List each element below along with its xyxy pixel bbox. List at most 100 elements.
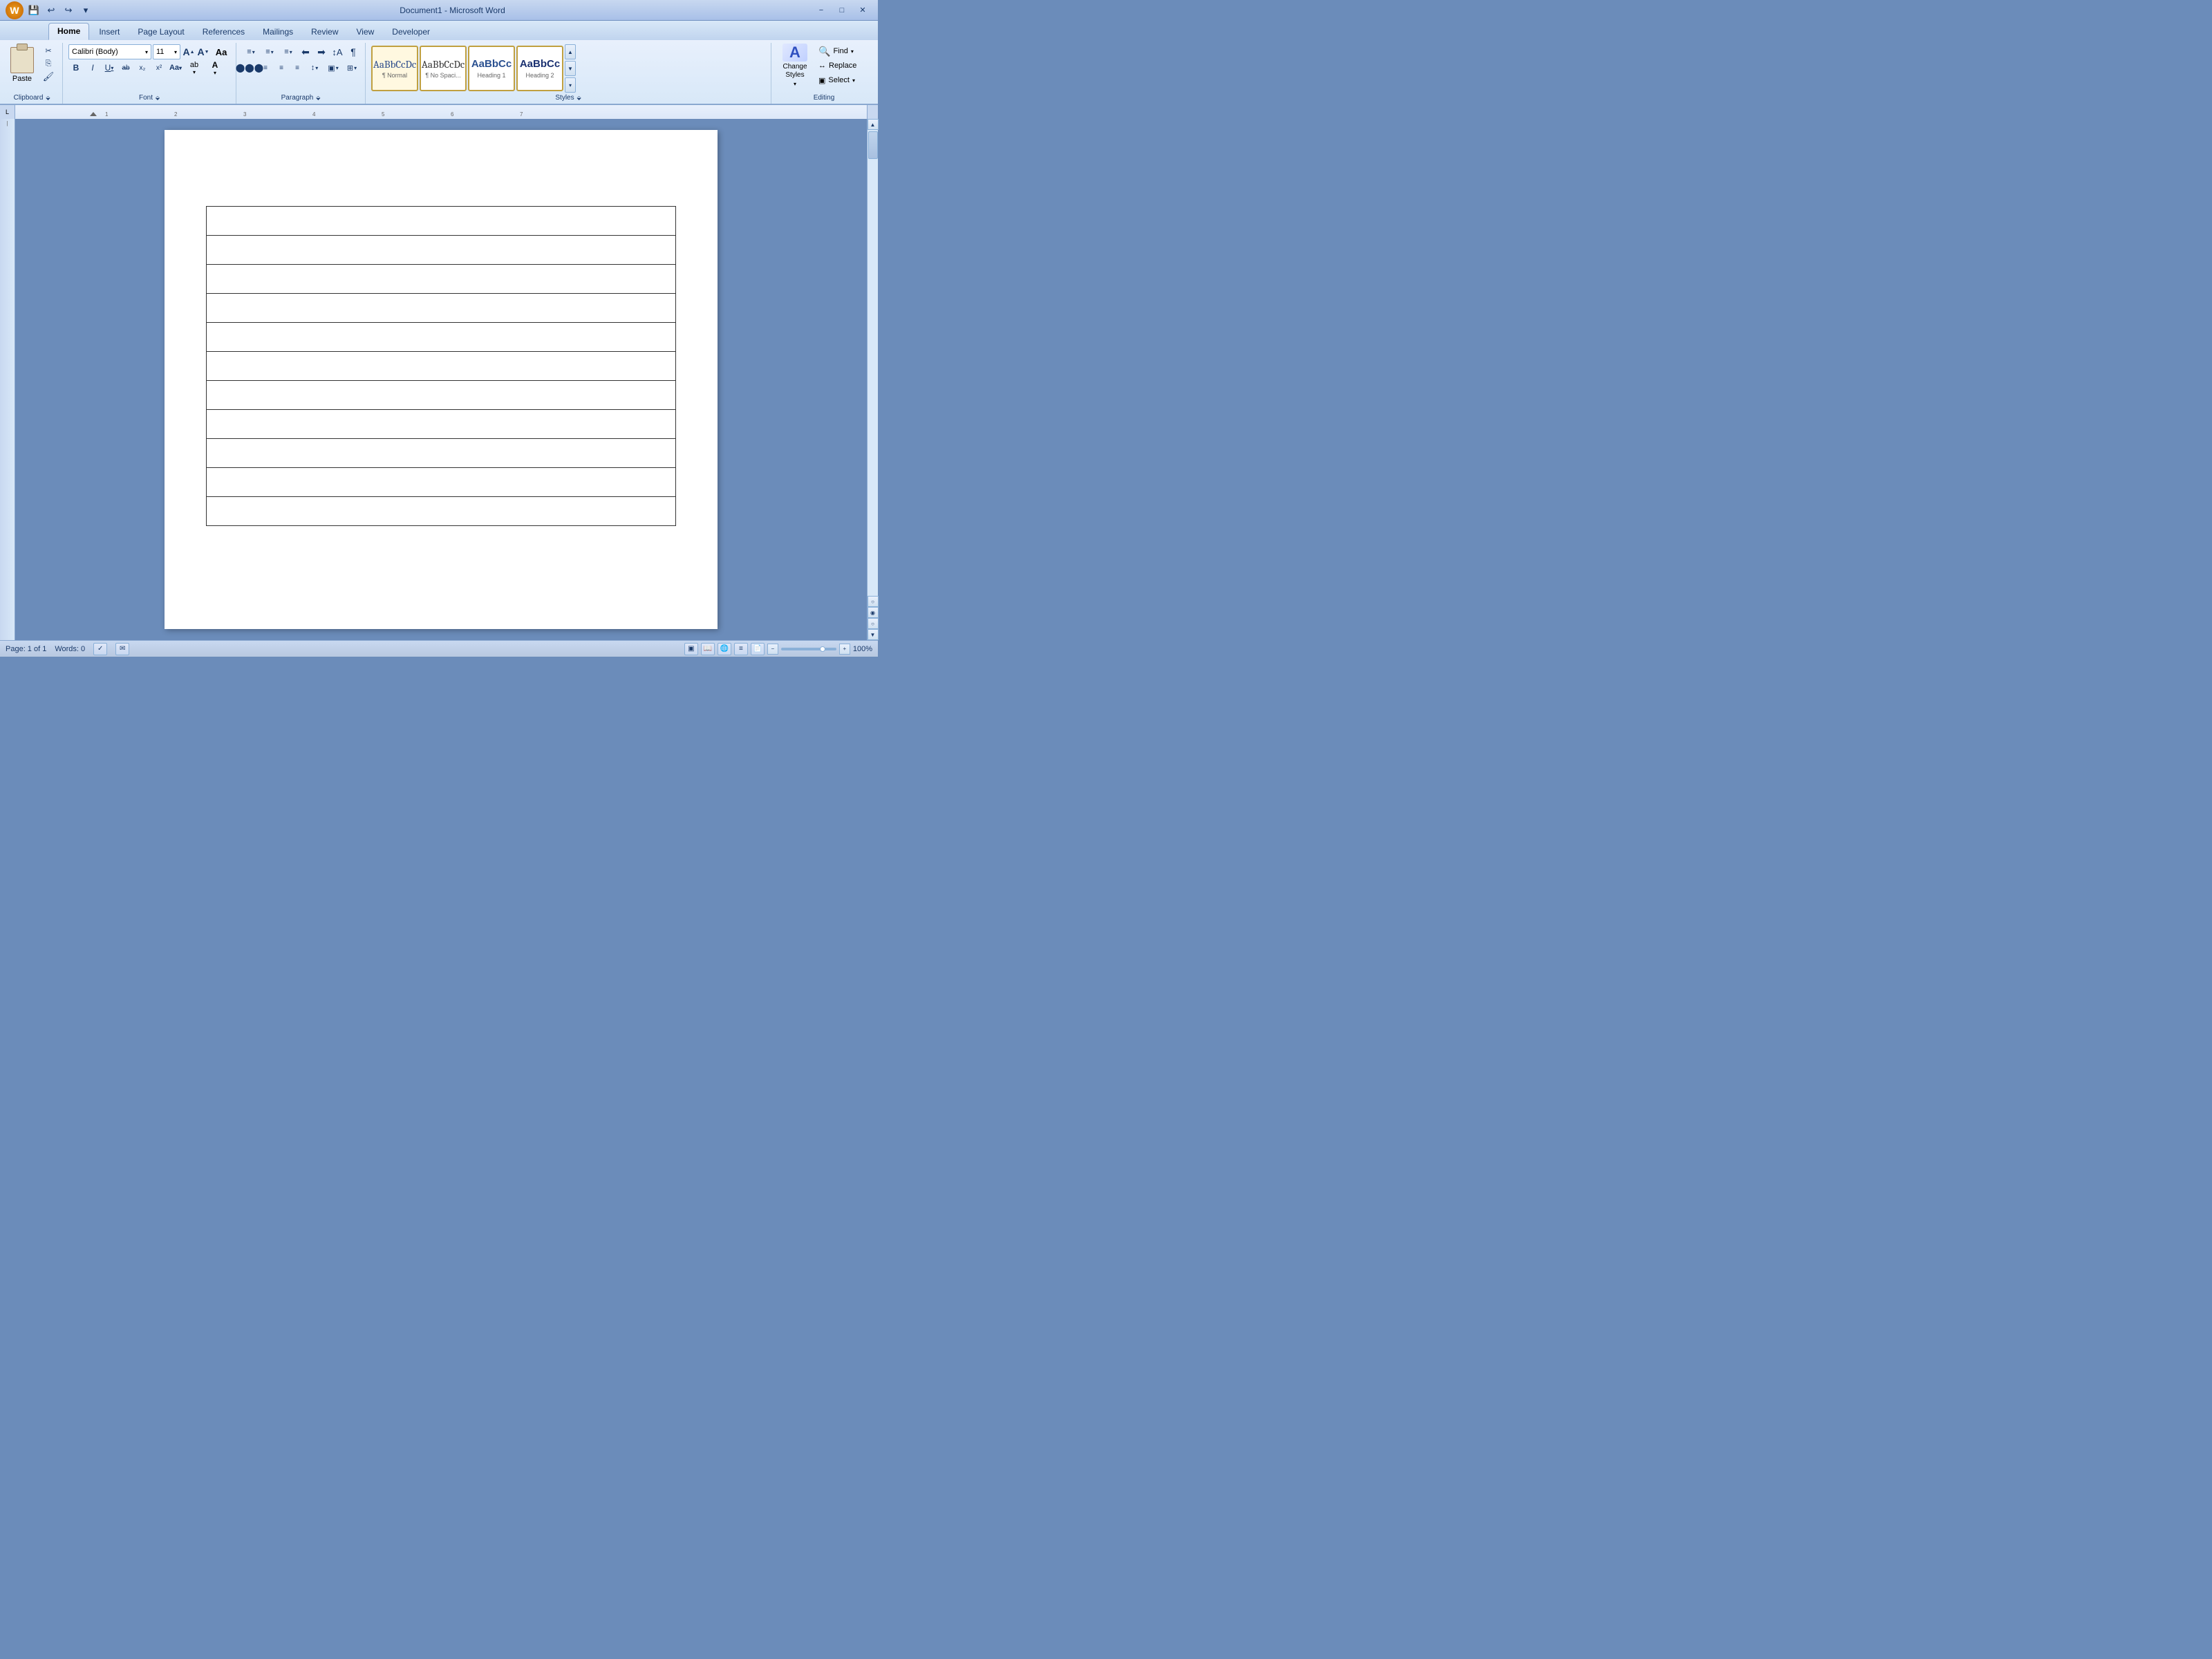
clipboard-expand[interactable]: ⬙ <box>44 95 51 102</box>
tab-home[interactable]: Home <box>48 23 89 40</box>
styles-label: Styles ⬙ <box>371 93 767 104</box>
styles-expand[interactable]: ▾ <box>565 77 576 93</box>
font-face-chevron: ▾ <box>145 49 148 55</box>
scroll-page-up[interactable]: ○ <box>868 596 879 607</box>
numbering-button[interactable]: ≡▾ <box>261 44 279 59</box>
close-button[interactable]: ✕ <box>853 3 872 17</box>
document-area[interactable] <box>15 119 867 640</box>
font-expand[interactable]: ⬙ <box>154 95 161 102</box>
increase-indent-button[interactable]: ➡ <box>314 44 329 59</box>
font-size-buttons: A▲ A▼ Aa <box>182 44 232 59</box>
paste-button[interactable]: Paste <box>7 44 37 86</box>
strikethrough-button[interactable]: ab <box>118 60 133 75</box>
office-button[interactable]: W <box>6 1 24 19</box>
decrease-indent-button[interactable]: ⬅ <box>298 44 313 59</box>
tab-developer[interactable]: Developer <box>384 24 438 40</box>
superscript-button[interactable]: x² <box>151 60 167 75</box>
main-area: | ▲ ○ ◉ ○ ▼ <box>0 119 878 640</box>
spell-check-icon[interactable]: ✓ <box>93 643 107 655</box>
table-row <box>207 294 676 323</box>
scroll-down-button[interactable]: ▼ <box>868 629 879 640</box>
zoom-in-button[interactable]: + <box>839 644 850 655</box>
word-envelope-icon[interactable]: ✉ <box>115 643 129 655</box>
style-normal[interactable]: AaBbCcDc ¶ Normal <box>371 46 418 91</box>
redo-button[interactable]: ↪ <box>61 3 76 18</box>
table-row <box>207 207 676 236</box>
line-spacing-button[interactable]: ↕▾ <box>306 60 324 75</box>
paste-icon <box>10 47 34 73</box>
tab-insert[interactable]: Insert <box>91 24 128 40</box>
scroll-thumb[interactable] <box>868 131 878 159</box>
paragraph-expand[interactable]: ⬙ <box>315 95 321 102</box>
view-full-reading-icon[interactable]: 📖 <box>701 643 715 655</box>
borders-button[interactable]: ⊞▾ <box>343 60 361 75</box>
zoom-slider-thumb[interactable] <box>820 646 825 652</box>
style-heading2[interactable]: AaBbCc Heading 2 <box>516 46 563 91</box>
styles-scroll-down[interactable]: ▼ <box>565 61 576 76</box>
cut-button[interactable]: ✂ <box>39 44 58 57</box>
highlight-button[interactable]: ab ▾ <box>185 60 204 75</box>
styles-scroll-up[interactable]: ▲ <box>565 44 576 59</box>
quick-access-dropdown[interactable]: ▾ <box>78 3 93 18</box>
zoom-out-button[interactable]: − <box>767 644 778 655</box>
page-count: Page: 1 of 1 <box>6 645 46 653</box>
view-outline-icon[interactable]: ≡ <box>734 643 748 655</box>
tab-review[interactable]: Review <box>303 24 346 40</box>
font-shrink-button[interactable]: A▼ <box>196 44 210 59</box>
font-face-dropdown[interactable]: Calibri (Body) ▾ <box>68 44 151 59</box>
font-size-dropdown[interactable]: 11 ▾ <box>153 44 180 59</box>
align-left-button[interactable]: ⬤⬤⬤ <box>242 60 257 75</box>
ruler-mark-1: 1 <box>105 111 108 118</box>
italic-button[interactable]: I <box>85 60 100 75</box>
clear-formatting-button[interactable]: Aa <box>211 44 232 59</box>
ribbon: Paste ✂ ⎘ 🖌 Clipboard ⬙ Calibri (Body) ▾ <box>0 40 878 105</box>
view-normal-icon[interactable]: ▣ <box>684 643 698 655</box>
scroll-page-down[interactable]: ○ <box>868 618 879 629</box>
sort-button[interactable]: ↕A <box>330 44 345 59</box>
tab-mailings[interactable]: Mailings <box>254 24 301 40</box>
format-painter-button[interactable]: 🖌 <box>39 71 58 83</box>
replace-button[interactable]: ↔ Replace <box>816 59 871 73</box>
align-right-button[interactable]: ≡ <box>274 60 289 75</box>
window-title: Document1 - Microsoft Word <box>93 6 812 15</box>
change-styles-button[interactable]: A ChangeStyles ▾ <box>777 44 813 86</box>
clipboard-label: Clipboard ⬙ <box>7 93 58 104</box>
tab-page-layout[interactable]: Page Layout <box>129 24 192 40</box>
tab-view[interactable]: View <box>348 24 383 40</box>
style-no-spacing[interactable]: AaBbCcDc ¶ No Spaci... <box>420 46 467 91</box>
style-heading1[interactable]: AaBbCc Heading 1 <box>468 46 515 91</box>
show-marks-button[interactable]: ¶ <box>346 44 361 59</box>
minimize-button[interactable]: − <box>812 3 831 17</box>
zoom-level: 100% <box>853 645 872 653</box>
left-indent-marker[interactable] <box>90 112 97 116</box>
editing-group: A ChangeStyles ▾ 🔍 Find ▾ ↔ Replace <box>773 43 875 104</box>
ruler: L 1 2 3 4 5 6 7 <box>0 105 878 119</box>
text-case-button[interactable]: Aa▾ <box>168 60 183 75</box>
font-color-button[interactable]: A ▾ <box>205 60 225 75</box>
shading-button[interactable]: ▣▾ <box>324 60 342 75</box>
copy-button[interactable]: ⎘ <box>39 57 58 70</box>
justify-button[interactable]: ≡ <box>290 60 305 75</box>
undo-button[interactable]: ↩ <box>44 3 59 18</box>
tab-references[interactable]: References <box>194 24 253 40</box>
scroll-up-button[interactable]: ▲ <box>868 119 879 130</box>
bullets-button[interactable]: ≡▾ <box>242 44 260 59</box>
subscript-button[interactable]: x₂ <box>135 60 150 75</box>
maximize-button[interactable]: □ <box>832 3 852 17</box>
underline-button[interactable]: U▾ <box>102 60 117 75</box>
view-draft-icon[interactable]: 📄 <box>751 643 765 655</box>
bold-button[interactable]: B <box>68 60 84 75</box>
align-center-button[interactable]: ≡ <box>258 60 273 75</box>
font-grow-button[interactable]: A▲ <box>182 44 196 59</box>
zoom-slider[interactable] <box>781 648 836 650</box>
multilevel-button[interactable]: ≡▾ <box>279 44 297 59</box>
clipboard-small-buttons: ✂ ⎘ 🖌 <box>39 44 58 83</box>
scroll-select-browse[interactable]: ◉ <box>868 607 879 618</box>
view-web-layout-icon[interactable]: 🌐 <box>718 643 731 655</box>
select-button[interactable]: ▣ Select ▾ <box>816 73 871 87</box>
tab-selector[interactable]: L <box>0 105 15 119</box>
styles-expand-icon[interactable]: ⬙ <box>576 95 583 102</box>
find-button[interactable]: 🔍 Find ▾ <box>816 44 871 58</box>
select-icon: ▣ <box>818 76 825 85</box>
save-button[interactable]: 💾 <box>26 3 41 18</box>
